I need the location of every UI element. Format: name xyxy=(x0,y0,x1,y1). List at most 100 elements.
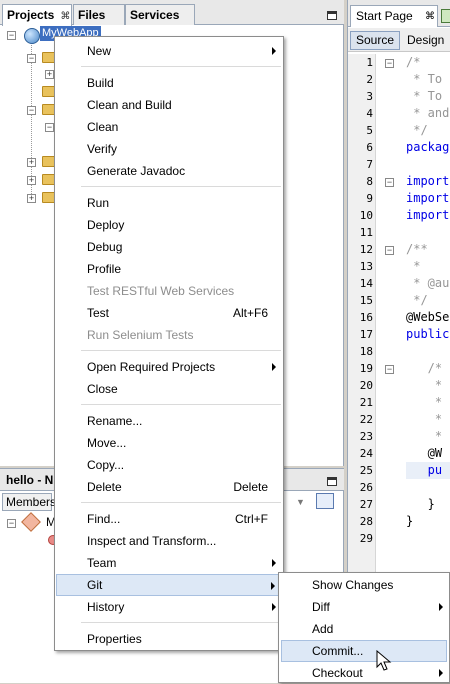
menu-item-run[interactable]: Run xyxy=(56,192,282,214)
code-line: @W xyxy=(406,446,443,460)
menu-item-label: Run xyxy=(87,196,110,210)
menu-item-run-selenium-tests[interactable]: Run Selenium Tests xyxy=(56,324,282,346)
line-number: 4 xyxy=(366,107,373,120)
line-number: 10 xyxy=(359,209,373,222)
tab-files[interactable]: Files xyxy=(73,4,125,25)
menu-item-copy[interactable]: Copy... xyxy=(56,454,282,476)
code-line: * @au xyxy=(406,276,450,290)
code-line: import xyxy=(406,208,450,222)
chevron-down-icon[interactable]: ▼ xyxy=(296,493,310,511)
collapse-icon[interactable]: − xyxy=(7,31,16,40)
menu-item-profile[interactable]: Profile xyxy=(56,258,282,280)
line-number: 16 xyxy=(359,311,373,324)
line-number: 9 xyxy=(366,192,373,205)
menu-item-properties[interactable]: Properties xyxy=(56,628,282,650)
menu-item-label: Profile xyxy=(87,262,122,276)
menu-item-git[interactable]: Git xyxy=(56,574,282,596)
code-line: public xyxy=(406,327,450,341)
line-number: 2 xyxy=(366,73,373,86)
class-icon xyxy=(21,512,41,532)
menu-separator xyxy=(81,404,281,405)
menu-item-delete[interactable]: Delete Delete xyxy=(56,476,282,498)
code-line: * xyxy=(406,412,443,426)
menu-item-label: Deploy xyxy=(87,218,125,232)
menu-item-rename[interactable]: Rename... xyxy=(56,410,282,432)
menu-item-label: Close xyxy=(87,382,118,396)
close-icon[interactable]: ⌘ xyxy=(60,11,70,22)
menu-item-new[interactable]: New xyxy=(56,40,282,62)
code-line: * xyxy=(406,395,443,409)
menu-separator xyxy=(81,66,281,67)
menu-item-verify[interactable]: Verify xyxy=(56,138,282,160)
web-page-icon[interactable] xyxy=(441,9,450,23)
menu-item-history[interactable]: History xyxy=(56,596,282,618)
menu-item-move[interactable]: Move... xyxy=(56,432,282,454)
filter-icon[interactable] xyxy=(316,493,334,509)
git-menu-item-show-changes[interactable]: Show Changes xyxy=(281,574,447,596)
collapse-icon[interactable]: − xyxy=(27,106,36,115)
menu-item-deploy[interactable]: Deploy xyxy=(56,214,282,236)
menu-item-label: Build xyxy=(87,76,114,90)
code-line: /* xyxy=(406,361,443,375)
git-menu-item-checkout[interactable]: Checkout xyxy=(281,662,447,684)
design-button[interactable]: Design xyxy=(401,31,450,50)
line-number: 25 xyxy=(359,464,373,477)
menu-item-inspect-and-transform[interactable]: Inspect and Transform... xyxy=(56,530,282,552)
line-number: 12 xyxy=(359,243,373,256)
collapse-icon[interactable]: − xyxy=(27,54,36,63)
code-line: } xyxy=(406,514,414,528)
tab-start-page[interactable]: Start Page ⌘ xyxy=(350,5,438,27)
menu-item-label: Debug xyxy=(87,240,123,254)
line-number: 14 xyxy=(359,277,373,290)
menu-item-find[interactable]: Find... Ctrl+F xyxy=(56,508,282,530)
close-icon[interactable]: ⌘ xyxy=(425,6,435,27)
menu-item-label: Generate Javadoc xyxy=(87,164,186,178)
menu-item-label: Git xyxy=(87,578,103,592)
collapse-icon[interactable]: − xyxy=(45,123,54,132)
line-number: 24 xyxy=(359,447,373,460)
menu-item-label: Diff xyxy=(312,600,330,614)
menu-item-generate-javadoc[interactable]: Generate Javadoc xyxy=(56,160,282,182)
fold-icon[interactable]: − xyxy=(385,246,394,255)
collapse-icon[interactable]: − xyxy=(7,519,16,528)
fold-icon[interactable]: − xyxy=(385,178,394,187)
expand-icon[interactable]: + xyxy=(45,70,54,79)
code-line: * xyxy=(406,259,421,273)
line-number: 15 xyxy=(359,294,373,307)
fold-icon[interactable]: − xyxy=(385,365,394,374)
menu-item-label: Delete xyxy=(87,480,122,494)
menu-item-label: Checkout xyxy=(312,666,363,680)
line-number: 6 xyxy=(366,141,373,154)
line-number: 22 xyxy=(359,413,373,426)
members-dropdown[interactable]: Members xyxy=(2,493,56,511)
menu-item-test-restful-web-services[interactable]: Test RESTful Web Services xyxy=(56,280,282,302)
git-menu-item-diff[interactable]: Diff xyxy=(281,596,447,618)
tab-files-label: Files xyxy=(78,8,106,22)
menu-item-open-required-projects[interactable]: Open Required Projects xyxy=(56,356,282,378)
menu-item-label: Commit... xyxy=(312,644,364,658)
git-menu-item-commit[interactable]: Commit... xyxy=(281,640,447,662)
menu-item-build[interactable]: Build xyxy=(56,72,282,94)
menu-item-debug[interactable]: Debug xyxy=(56,236,282,258)
git-menu-item-add[interactable]: Add xyxy=(281,618,447,640)
menu-item-close[interactable]: Close xyxy=(56,378,282,400)
tab-projects[interactable]: Projects ⌘ xyxy=(2,4,72,26)
line-number: 13 xyxy=(359,260,373,273)
fold-icon[interactable]: − xyxy=(385,59,394,68)
tab-services[interactable]: Services xyxy=(125,4,195,25)
code-line: * To xyxy=(406,72,443,86)
minimize-icon[interactable] xyxy=(327,11,337,20)
menu-item-clean-and-build[interactable]: Clean and Build xyxy=(56,94,282,116)
menu-item-label: Test RESTful Web Services xyxy=(87,284,235,298)
menu-item-clean[interactable]: Clean xyxy=(56,116,282,138)
menu-item-label: Move... xyxy=(87,436,127,450)
menu-item-label: New xyxy=(87,44,112,58)
submenu-arrow-icon xyxy=(439,603,443,611)
expand-icon[interactable]: + xyxy=(27,176,36,185)
menu-item-team[interactable]: Team xyxy=(56,552,282,574)
menu-item-test[interactable]: Test Alt+F6 xyxy=(56,302,282,324)
source-button[interactable]: Source xyxy=(350,31,401,50)
expand-icon[interactable]: + xyxy=(27,158,36,167)
expand-icon[interactable]: + xyxy=(27,194,36,203)
minimize-icon[interactable] xyxy=(327,477,337,486)
